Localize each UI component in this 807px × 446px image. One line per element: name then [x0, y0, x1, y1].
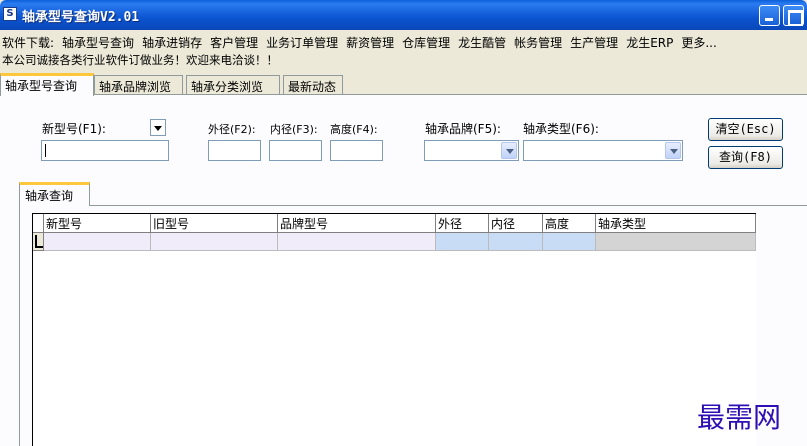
cell-outer[interactable] — [436, 233, 489, 251]
menu-item-longsheng[interactable]: 龙生酷管 — [454, 30, 510, 51]
type-select[interactable] — [523, 140, 683, 161]
cell-old-model[interactable] — [151, 233, 278, 251]
row-header-corner — [33, 214, 44, 233]
cell-inner[interactable] — [489, 233, 543, 251]
outer-diameter-input[interactable] — [208, 140, 261, 161]
column-header-brand-model[interactable]: 品牌型号 — [278, 214, 436, 233]
cell-type[interactable] — [596, 233, 756, 251]
menu-item-erp[interactable]: 龙生ERP — [622, 30, 677, 51]
menu-item-production[interactable]: 生产管理 — [566, 30, 622, 51]
maximize-button[interactable] — [783, 5, 804, 26]
menu-item-download: 软件下载: — [2, 36, 55, 50]
tab-bearing-query[interactable]: 轴承型号查询 — [0, 73, 94, 96]
chevron-down-icon[interactable] — [665, 142, 681, 159]
new-model-label: 新型号(F1): — [42, 122, 106, 136]
cell-height[interactable] — [543, 233, 596, 251]
menu-item-bearing-query[interactable]: 轴承型号查询 — [58, 30, 138, 51]
type-label: 轴承类型(F6): — [523, 122, 599, 136]
brand-select[interactable] — [424, 140, 519, 161]
height-label: 高度(F4): — [330, 123, 378, 136]
tab-strip: 轴承型号查询 轴承品牌浏览 轴承分类浏览 最新动态 — [0, 73, 807, 96]
clear-button[interactable]: 清空(Esc) — [708, 118, 783, 141]
watermark-logo: 最需网 — [697, 401, 782, 434]
cell-brand-model[interactable] — [278, 233, 436, 251]
height-input[interactable] — [330, 140, 383, 161]
menu-item-orders[interactable]: 业务订单管理 — [262, 30, 342, 51]
inner-diameter-label: 内径(F3): — [270, 123, 318, 136]
tab-brand-browse[interactable]: 轴承品牌浏览 — [94, 75, 183, 95]
table-row[interactable] — [33, 233, 757, 251]
outer-diameter-label: 外径(F2): — [208, 123, 256, 136]
cell-new-model[interactable] — [44, 233, 151, 251]
notice-text: 本公司诚接各类行业软件订做业务！欢迎来电洽谈！！ — [2, 53, 278, 67]
tab-latest-news[interactable]: 最新动态 — [283, 75, 343, 95]
column-header-outer[interactable]: 外径 — [436, 214, 489, 233]
menu-item-accounts[interactable]: 帐务管理 — [510, 30, 566, 51]
tab-category-browse[interactable]: 轴承分类浏览 — [186, 75, 280, 95]
title-bar: S 轴承型号查询V2.01 — [0, 0, 807, 30]
new-model-input[interactable] — [41, 140, 169, 161]
column-header-inner[interactable]: 内径 — [489, 214, 543, 233]
menu-item-warehouse[interactable]: 仓库管理 — [398, 30, 454, 51]
menu-bar: 软件下载: 轴承型号查询 轴承进销存 客户管理 业务订单管理 薪资管理 仓库管理 龙生酷管 帐务… — [0, 30, 807, 51]
text-caret — [45, 144, 46, 157]
tab-results[interactable]: 轴承查询 — [19, 182, 90, 206]
inner-diameter-input[interactable] — [269, 140, 322, 161]
window-title: 轴承型号查询V2.01 — [22, 10, 140, 25]
minimize-button[interactable] — [759, 5, 780, 26]
results-grid[interactable]: 新型号 旧型号 品牌型号 外径 内径 高度 轴承类型 — [32, 213, 757, 446]
new-model-dropdown-button[interactable] — [150, 119, 166, 136]
menu-item-more[interactable]: 更多... — [677, 30, 720, 51]
brand-label: 轴承品牌(F5): — [425, 122, 501, 136]
menu-item-inventory[interactable]: 轴承进销存 — [138, 30, 206, 51]
chevron-down-icon[interactable] — [501, 142, 517, 159]
grid-header: 新型号 旧型号 品牌型号 外径 内径 高度 轴承类型 — [33, 214, 757, 233]
app-icon[interactable]: S — [3, 7, 17, 21]
column-header-new-model[interactable]: 新型号 — [44, 214, 151, 233]
query-button[interactable]: 查询(F8) — [708, 146, 783, 169]
menu-item-customers[interactable]: 客户管理 — [206, 30, 262, 51]
column-header-height[interactable]: 高度 — [543, 214, 596, 233]
menu-item-salary[interactable]: 薪资管理 — [342, 30, 398, 51]
column-header-type[interactable]: 轴承类型 — [596, 214, 756, 233]
column-header-old-model[interactable]: 旧型号 — [151, 214, 278, 233]
